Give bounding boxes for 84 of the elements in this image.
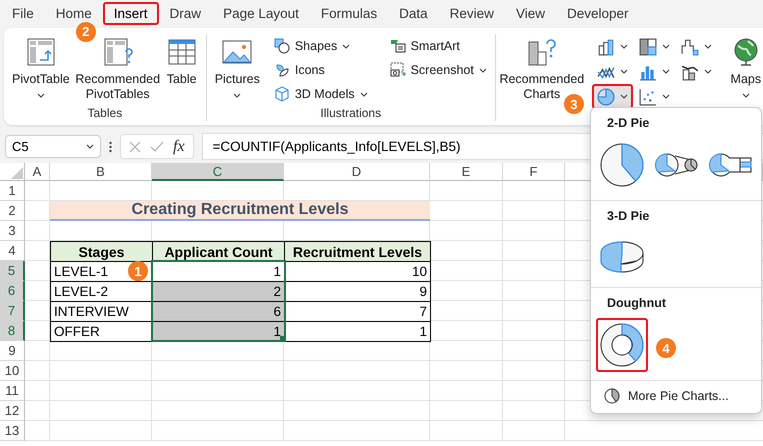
menu-tab[interactable]: View [504,2,556,24]
menu-tab[interactable]: Draw [158,2,212,24]
table-cell: LEVEL-2 [50,281,153,302]
row-header[interactable]: 5 [0,261,25,281]
row-header[interactable]: 2 [0,201,25,221]
ribbon-button[interactable]: Table [162,34,202,89]
ribbon-button[interactable]: Icons [270,59,372,81]
row-header[interactable]: 10 [0,361,25,381]
menu-tab[interactable]: Page Layout [212,2,310,24]
step-badge: 2 [76,22,96,42]
menu-tab[interactable]: Insert [102,2,159,24]
column-header[interactable]: F [503,163,565,181]
pivot-table-icon [24,36,57,68]
row-header[interactable]: 3 [0,221,25,241]
chart-option[interactable] [596,318,648,372]
menu-tab[interactable]: Home [44,2,103,24]
column-header[interactable]: D [284,163,430,181]
ribbon-button[interactable]: PivotTable [8,34,74,100]
table-header: Stages [50,241,153,262]
menu-tab[interactable]: Formulas [310,2,388,24]
row-header[interactable]: 9 [0,341,25,361]
doughnut-chart-icon [599,322,645,368]
pie-chart-icon [596,88,615,106]
table-header: Applicant Count [152,241,285,262]
table-header: Recruitment Levels [284,241,431,262]
section-title: 2-D Pie [606,116,650,132]
section-title: Doughnut [606,296,668,312]
pie-chart-icon [604,388,620,404]
ribbon-button[interactable]: Maps [726,34,763,100]
cube-icon [274,86,290,102]
table-cell: 6 [152,301,285,322]
triangle-icon [11,167,23,179]
menu-tab[interactable]: File [1,2,45,24]
table-cell: INTERVIEW [50,301,153,322]
waterfall-chart-icon [680,38,699,56]
ribbon-button[interactable]: SmartArt [386,35,491,57]
menu-tab[interactable]: Data [388,2,439,24]
menu-tab[interactable]: Review [438,2,505,24]
caret-icon [86,144,94,149]
table-cell: OFFER [50,321,153,342]
column-header[interactable]: C [152,163,284,181]
step-badge: 3 [564,94,584,114]
row-header[interactable]: 4 [0,241,25,261]
scatter-chart-icon [638,88,657,106]
pivot-table-icon [102,36,134,68]
menu-tab[interactable]: Developer [556,2,640,24]
insert-function-button[interactable]: fx [173,138,185,156]
column-header[interactable]: B [50,163,152,181]
more-options-icon[interactable] [109,140,112,152]
ribbon-button[interactable]: 3D Models [270,83,372,105]
table-cell: 1 [284,321,431,342]
ribbon-button[interactable]: Pictures [210,34,264,100]
diagram-icon [390,38,406,54]
row-header[interactable]: 11 [0,381,25,401]
ribbon-button[interactable]: Shapes [270,35,372,57]
row-header[interactable]: 7 [0,301,25,321]
step-badge: 4 [656,338,676,358]
check-icon[interactable] [150,140,164,152]
table-cell: 9 [284,281,431,302]
ribbon-button[interactable]: Screenshot [386,59,491,81]
row-header[interactable]: 12 [0,401,25,421]
section-title: 3-D Pie [606,209,650,225]
sheet-title: Creating Recruitment Levels [50,201,430,221]
table-cell: 7 [284,301,431,322]
leaf-icon [274,62,290,78]
column-header[interactable]: A [25,163,50,181]
row-header[interactable]: 1 [0,181,25,201]
group-label: Illustrations [319,106,382,121]
column-header[interactable]: E [430,163,503,181]
chart-type-button[interactable] [592,84,633,109]
row-header[interactable]: 13 [0,421,25,441]
shapes-icon [274,38,290,54]
name-box[interactable]: C5 [5,135,101,158]
camera-icon [390,62,406,78]
bar-chart-icon [526,36,558,68]
group-label: Tables [86,106,124,121]
treemap-icon [638,38,657,56]
table-cell: 2 [152,281,285,302]
row-header[interactable]: 8 [0,321,25,341]
table-cell: 10 [284,261,431,282]
more-charts-item[interactable]: More Pie Charts... [591,381,742,413]
pie-chart-icon [599,142,645,188]
column-chart-icon [596,38,615,56]
row-header[interactable]: 6 [0,281,25,301]
